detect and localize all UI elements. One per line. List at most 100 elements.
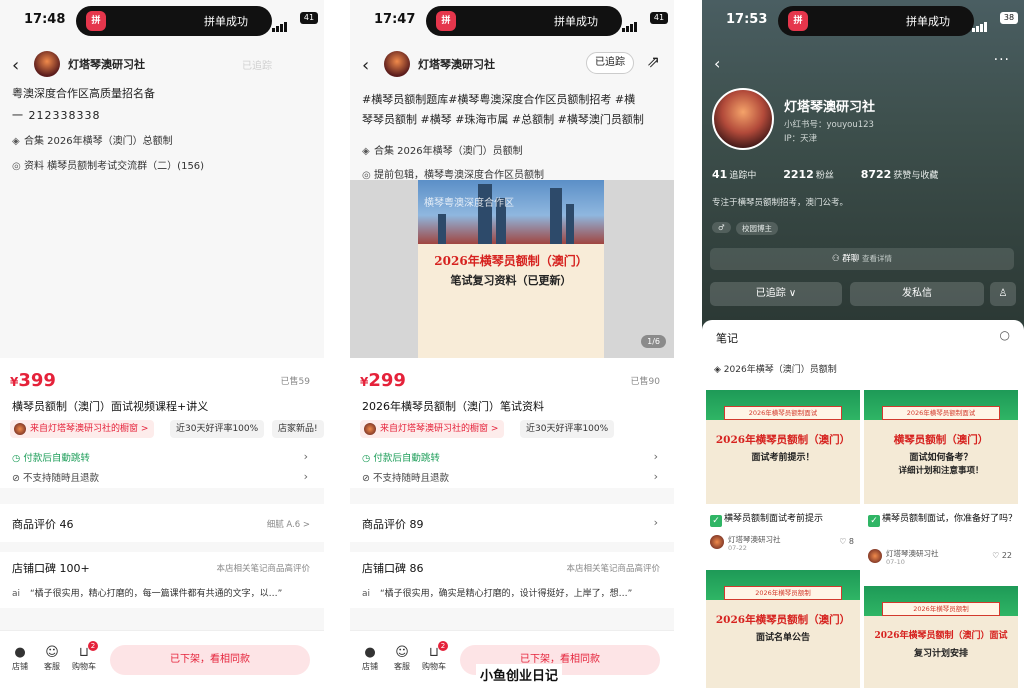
auto-label: 付款后自動跳转 bbox=[373, 453, 440, 464]
battery-icon: 41 bbox=[300, 12, 318, 24]
shop-rep-title: 店铺口碑 100+ bbox=[12, 562, 90, 575]
group-sub: 查看详情 bbox=[862, 254, 893, 263]
collection-label: 合集 2026年横琴（澳门）员额制 bbox=[374, 146, 523, 157]
auto-redirect[interactable]: ◷ 付款后自動跳转 bbox=[362, 450, 440, 464]
layers-icon: ◈ bbox=[714, 365, 724, 375]
product-page-2: 17:47 拼 拼单成功 41 ‹ 灯塔琴澳研习社 已追踪 ⇗ #横琴员额制题库… bbox=[350, 0, 674, 688]
like-count[interactable]: ♡ 22 bbox=[992, 551, 1012, 560]
search-icon[interactable]: ○ bbox=[1000, 328, 1010, 342]
note-caption[interactable]: ✓ 横琴员额制面试，你准备好了吗？ bbox=[868, 512, 1022, 527]
shop-reputation[interactable]: 店铺口碑 100+ 本店相关笔记商品高评价 ai “橘子很实用，精心打磨的，每一篇… bbox=[0, 552, 324, 608]
note-card-image[interactable]: 2026年横琴员额制面试 2026年横琴员额制（澳门） 面试考前提示！ bbox=[706, 390, 860, 504]
back-icon[interactable]: ‹ bbox=[714, 54, 720, 73]
collection-link[interactable]: ◈ 2026年横琴（澳门）员额制 bbox=[714, 362, 837, 375]
status-time: 17:53 bbox=[726, 12, 768, 27]
profile-ip: IP：天津 bbox=[784, 134, 818, 144]
more-icon[interactable]: ··· bbox=[994, 52, 1010, 68]
note-card-image[interactable]: 2026年横琴员额制面试 横琴员额制（澳门） 面试如何备考？ 详细计划和注意事项… bbox=[864, 390, 1018, 504]
service-tab-label: 客服 bbox=[44, 662, 60, 671]
promo-subheading: 笔试复习资料（已更新） bbox=[450, 274, 572, 287]
shop-reputation[interactable]: 店铺口碑 86 本店相关笔记商品高评价 ai “橘子很实用，确实是精心打磨的，设计… bbox=[350, 552, 674, 608]
shop-avatar[interactable] bbox=[384, 51, 410, 77]
sold-count: 已售59 bbox=[280, 377, 310, 387]
cart-tab[interactable]: ⊔ 2 购物车 bbox=[422, 641, 448, 672]
card-note: 详细计划和注意事项！ bbox=[898, 466, 984, 476]
store-tag[interactable]: 来自灯塔琴澳研习社的橱窗 > bbox=[360, 420, 505, 438]
caption-text: 横琴员额制面试，你准备好了吗？ bbox=[882, 514, 1018, 524]
notes-tab[interactable]: 笔记 bbox=[716, 330, 738, 346]
material-link[interactable]: ◎ 提前包辑，横琴粤澳深度合作区员额制 bbox=[362, 166, 544, 181]
card-title: 2026年横琴员额制（澳门） bbox=[715, 614, 851, 626]
bottom-bar: ● 店铺 ☺ 客服 ⊔ 2 购物车 已下架，看相同款 bbox=[0, 630, 324, 688]
service-tab[interactable]: ☺ 客服 bbox=[390, 645, 414, 672]
chevron-right-icon: › bbox=[303, 450, 308, 463]
following-button[interactable]: 已追踪 ∨ bbox=[710, 282, 842, 306]
fans-count: 2212 bbox=[783, 168, 814, 181]
group-chat-button[interactable]: ⚇ 群聊 查看详情 bbox=[710, 248, 1014, 270]
user-icon[interactable]: ♙ bbox=[990, 282, 1016, 306]
price-value: 399 bbox=[18, 370, 56, 391]
cart-tab[interactable]: ⊔ 2 购物车 bbox=[72, 641, 98, 672]
collection-link[interactable]: ◈ 合集 2026年横琴（澳门）员额制 bbox=[362, 142, 523, 157]
material-link[interactable]: ◎ 资料 横琴员额制考试交流群（二）(156) bbox=[12, 157, 204, 172]
back-icon[interactable]: ‹ bbox=[12, 55, 19, 76]
collection-label: 2026年横琴（澳门）员额制 bbox=[723, 365, 837, 375]
note-caption[interactable]: ✓ 横琴员额制面试考前提示 bbox=[710, 512, 864, 527]
refund-label: 不支持随時且退款 bbox=[372, 473, 449, 484]
app-logo-icon: 拼 bbox=[436, 11, 456, 31]
caption-text: 横琴员额制面试考前提示 bbox=[724, 514, 824, 524]
product-card: ¥299 已售90 2026年横琴员额制（澳门）笔试资料 来自灯塔琴澳研习社的橱… bbox=[350, 358, 674, 488]
stat-fans[interactable]: 2212 粉丝 bbox=[783, 168, 846, 181]
reviews-section[interactable]: 商品评价 46 细腻 A.6 > bbox=[0, 504, 324, 542]
stat-following[interactable]: 41 追踪中 bbox=[712, 168, 768, 181]
group-label: 群聊 bbox=[842, 254, 860, 264]
cart-tab-label: 购物车 bbox=[422, 662, 446, 671]
shop-tab[interactable]: ● 店铺 bbox=[358, 645, 382, 672]
likes-label: 获赞与收藏 bbox=[893, 171, 939, 181]
app-logo-icon: 拼 bbox=[86, 11, 106, 31]
cart-tab-label: 购物车 bbox=[72, 662, 96, 671]
note-author[interactable]: 灯塔琴澳研习社 07-22 ♡ 8 bbox=[706, 534, 860, 554]
shop-tab[interactable]: ● 店铺 bbox=[8, 645, 32, 672]
chat-icon: ◎ bbox=[12, 161, 21, 172]
like-count[interactable]: ♡ 8 bbox=[839, 537, 854, 546]
like-value: 8 bbox=[848, 537, 854, 546]
refund-policy[interactable]: ⊘ 不支持随時且退款 bbox=[362, 470, 449, 484]
card-title: 横琴员额制（澳门） bbox=[893, 434, 989, 446]
reviews-section[interactable]: 商品评价 89 › bbox=[350, 504, 674, 542]
follow-button[interactable]: 已追踪 bbox=[586, 52, 634, 74]
auto-redirect[interactable]: ◷ 付款后自動跳转 bbox=[12, 450, 90, 464]
chevron-right-icon: › bbox=[653, 470, 658, 483]
promo-image: 横琴粤澳深度合作区 2026年横琴员额制（澳门） 笔试复习资料（已更新） bbox=[418, 180, 604, 358]
chevron-right-icon: › bbox=[653, 450, 658, 463]
refund-label: 不支持随時且退款 bbox=[22, 473, 99, 484]
card-subtitle: 复习计划安排 bbox=[913, 649, 968, 659]
off-shelf-button[interactable]: 已下架，看相同款 bbox=[110, 645, 310, 675]
collection-link[interactable]: ◈ 合集 2026年横琴（澳门）总额制 bbox=[12, 132, 173, 147]
layers-icon: ◈ bbox=[12, 136, 20, 147]
following-label: 追踪中 bbox=[729, 171, 757, 181]
promo-heading: 2026年横琴员额制（澳门） bbox=[434, 254, 588, 268]
back-icon[interactable]: ‹ bbox=[362, 55, 369, 76]
stat-likes[interactable]: 8722 获赞与收藏 bbox=[861, 168, 951, 181]
store-tag[interactable]: 来自灯塔琴澳研习社的橱窗 > bbox=[10, 420, 155, 438]
refund-policy[interactable]: ⊘ 不支持随時且退款 bbox=[12, 470, 99, 484]
sold-count: 已售90 bbox=[630, 377, 660, 387]
service-tab[interactable]: ☺ 客服 bbox=[40, 645, 64, 672]
note-card-image[interactable]: 2026年横琴员额制 2026年横琴员额制（澳门）面试 复习计划安排 bbox=[864, 586, 1018, 688]
message-button[interactable]: 发私信 bbox=[850, 282, 984, 306]
card-title: 2026年横琴员额制（澳门）面试 bbox=[874, 631, 1008, 641]
shop-name[interactable]: 灯塔琴澳研习社 bbox=[418, 56, 495, 72]
post-text-line: #横琴员额制题库#横琴粤澳深度合作区员额制招考 #横 bbox=[362, 93, 636, 106]
shop-avatar[interactable] bbox=[34, 51, 60, 77]
image-gallery[interactable]: 横琴粤澳深度合作区 2026年横琴员额制（澳门） 笔试复习资料（已更新） 1/6 bbox=[350, 180, 674, 358]
post-text-line: 粤澳深度合作区高质量招名备 bbox=[12, 87, 155, 100]
note-author[interactable]: 灯塔琴澳研习社 07-10 ♡ 22 bbox=[864, 548, 1018, 568]
shop-name[interactable]: 灯塔琴澳研习社 bbox=[68, 56, 145, 72]
profile-avatar[interactable] bbox=[712, 88, 774, 150]
material-label: 资料 横琴员额制考试交流群（二）(156) bbox=[24, 161, 205, 172]
follow-status[interactable]: 已追踪 bbox=[242, 57, 272, 72]
share-icon[interactable]: ⇗ bbox=[647, 52, 660, 71]
signal-icon bbox=[272, 13, 302, 32]
note-card-image[interactable]: 2026年横琴员额制 2026年横琴员额制（澳门） 面试名单公告 bbox=[706, 570, 860, 688]
